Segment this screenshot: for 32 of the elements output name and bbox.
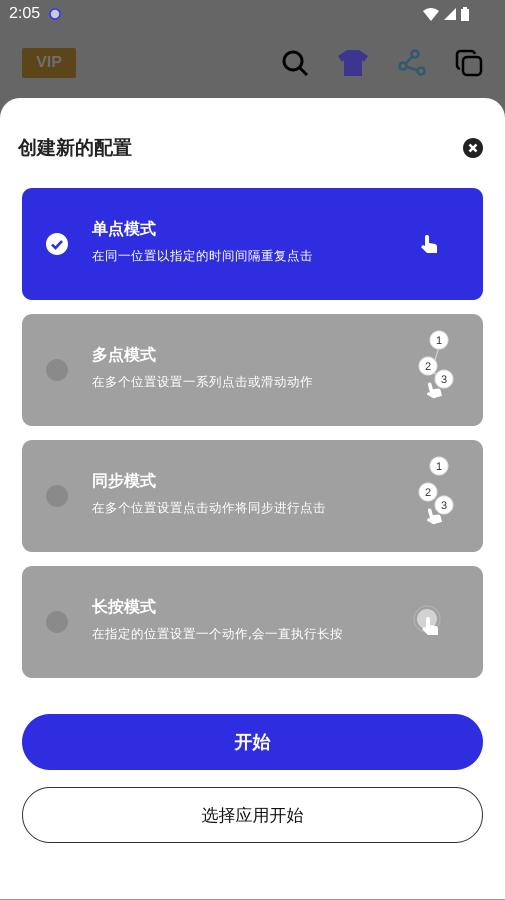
step-marker: 2 [418,482,438,502]
step-marker: 1 [430,456,448,476]
status-time: 2:05 [9,5,40,23]
mode-description: 在同一位置以指定的时间间隔重复点击 [92,248,314,265]
mode-title: 长按模式 [92,597,157,618]
close-icon[interactable] [463,138,483,158]
battery-icon [461,7,469,21]
sheet-title: 创建新的配置 [18,136,132,161]
choose-app-button[interactable]: 选择应用开始 [22,787,483,843]
hand-icon [426,508,442,524]
step-marker: 3 [434,370,454,388]
step-marker: 1 [430,330,448,350]
mode-title: 单点模式 [92,219,157,240]
wifi-icon [423,8,439,20]
step-marker: 2 [418,356,438,376]
mode-card[interactable]: 单点模式 在同一位置以指定的时间间隔重复点击 [22,188,483,300]
step-marker: 3 [434,496,454,514]
check-icon [46,233,68,255]
mode-title: 多点模式 [92,345,157,366]
mode-title: 同步模式 [92,471,157,492]
mode-description: 在多个位置设置一系列点击或滑动动作 [92,374,314,391]
copy-icon[interactable] [455,49,483,77]
hand-icon [420,235,438,253]
hand-icon [426,382,442,398]
search-icon[interactable] [281,49,309,77]
signal-icon [444,8,456,20]
mode-card[interactable]: 多点模式 在多个位置设置一系列点击或滑动动作 1 2 3 [22,314,483,426]
start-button[interactable]: 开始 [22,714,483,770]
location-icon [48,7,62,21]
mode-description: 在指定的位置设置一个动作,会一直执行长按 [92,626,344,643]
mode-description: 在多个位置设置点击动作将同步进行点击 [92,500,327,517]
mode-card[interactable]: 同步模式 在多个位置设置点击动作将同步进行点击 1 2 3 [22,440,483,552]
